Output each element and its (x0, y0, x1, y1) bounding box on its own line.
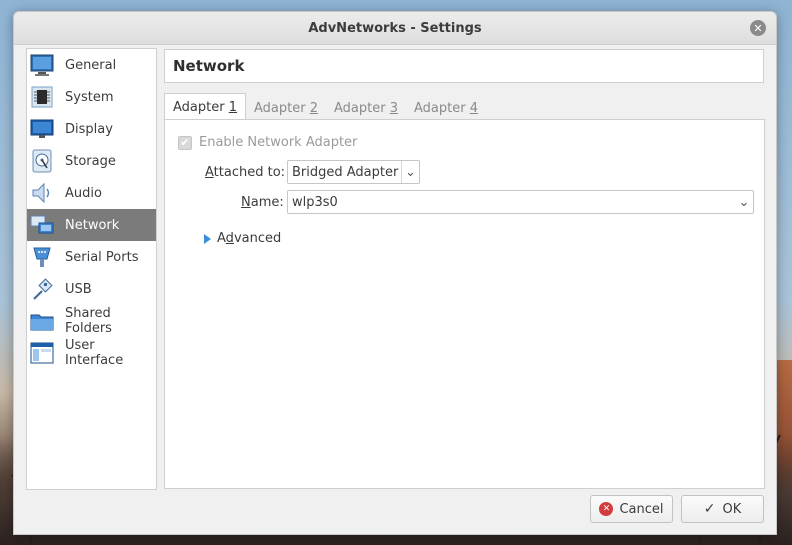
tab-mnemonic: 4 (469, 100, 478, 116)
name-select[interactable]: wlp3s0 ⌄ (287, 190, 754, 214)
tab-label: Adapter (254, 100, 306, 116)
adapter-settings-panel: ✔ Enable Network Adapter Attached to: Br… (164, 119, 765, 489)
adapter-tabs: Adapter 1 Adapter 2 Adapter 3 Adapter 4 (164, 93, 486, 120)
general-icon (30, 54, 54, 76)
expand-triangle-icon (204, 233, 211, 244)
name-mnemonic: N (241, 194, 251, 210)
sidebar-item-shared-folders[interactable]: Shared Folders (27, 305, 156, 337)
tab-label: Adapter (414, 100, 466, 116)
attached-to-label: Attached to: (205, 165, 287, 180)
tab-mnemonic: 3 (389, 100, 398, 116)
page-title: Network (173, 57, 245, 75)
advanced-label-rest: vanced (233, 231, 282, 246)
advanced-label: Advanced (217, 231, 281, 246)
enable-adapter-label: Enable Network Adapter (199, 135, 358, 150)
enable-adapter-checkbox[interactable]: ✔ (178, 135, 192, 150)
ok-label: OK (722, 501, 742, 517)
attached-to-mnemonic: A (205, 164, 214, 180)
advanced-mnemonic: d (225, 231, 234, 246)
name-row: Name: wlp3s0 ⌄ (241, 190, 754, 214)
sidebar-item-label: Serial Ports (65, 249, 139, 265)
tab-label: Adapter (173, 99, 225, 115)
settings-window: AdvNetworks - Settings ✕ General System … (13, 11, 777, 535)
sidebar-item-label: System (65, 89, 114, 105)
display-monitor-icon (30, 119, 54, 138)
tab-adapter-3[interactable]: Adapter 3 (326, 96, 406, 120)
network-icon (30, 215, 54, 234)
window-title: AdvNetworks - Settings (308, 20, 482, 36)
sidebar-item-system[interactable]: System (27, 81, 156, 113)
window-titlebar[interactable]: AdvNetworks - Settings ✕ (14, 12, 776, 45)
sidebar-item-label: Storage (65, 153, 116, 169)
sidebar-item-serial-ports[interactable]: Serial Ports (27, 241, 156, 273)
tab-label: Adapter (334, 100, 386, 116)
name-label-rest: ame: (250, 194, 284, 210)
sidebar-item-usb[interactable]: USB (27, 273, 156, 305)
sidebar-item-label: Network (65, 217, 120, 233)
sidebar-item-network[interactable]: Network (27, 209, 156, 241)
attached-to-select[interactable]: Bridged Adapter ⌄ (287, 160, 420, 184)
sidebar-item-user-interface[interactable]: User Interface (27, 337, 156, 369)
tab-mnemonic: 1 (228, 99, 237, 115)
serial-port-icon (33, 247, 51, 267)
attached-to-value: Bridged Adapter (292, 164, 399, 180)
tab-adapter-2[interactable]: Adapter 2 (246, 96, 326, 120)
cancel-button[interactable]: ✕ Cancel (590, 495, 673, 523)
usb-icon (33, 278, 53, 300)
system-chip-icon (31, 86, 53, 108)
sidebar-item-general[interactable]: General (27, 49, 156, 81)
tab-adapter-1[interactable]: Adapter 1 (164, 93, 246, 120)
advanced-label-pre: A (217, 231, 226, 246)
storage-disk-icon (32, 149, 52, 173)
sidebar-item-label: Audio (65, 185, 102, 201)
sidebar-item-label: Shared Folders (65, 306, 112, 336)
tab-adapter-4[interactable]: Adapter 4 (406, 96, 486, 120)
user-interface-icon (30, 342, 54, 364)
attached-to-row: Attached to: Bridged Adapter ⌄ (205, 160, 420, 184)
enable-adapter-row: ✔ Enable Network Adapter (178, 135, 357, 150)
sidebar-item-label: USB (65, 281, 92, 297)
cancel-label: Cancel (619, 501, 664, 517)
shared-folder-icon (30, 314, 54, 331)
cancel-icon: ✕ (599, 502, 614, 516)
sidebar-item-display[interactable]: Display (27, 113, 156, 145)
sidebar-item-label: General (65, 57, 117, 73)
checkmark-icon: ✓ (703, 501, 716, 517)
name-label: Name: (241, 195, 287, 210)
attached-to-label-rest: ttached to: (213, 164, 286, 180)
settings-sidebar: General System Display Storage Audio Net… (26, 48, 157, 490)
name-value: wlp3s0 (292, 194, 338, 210)
tab-mnemonic: 2 (309, 100, 318, 116)
page-header: Network (164, 49, 764, 83)
advanced-toggle[interactable]: Advanced (204, 231, 281, 246)
sidebar-item-audio[interactable]: Audio (27, 177, 156, 209)
ok-button[interactable]: ✓ OK (681, 495, 764, 523)
sidebar-item-label: Display (65, 121, 113, 137)
audio-speaker-icon (32, 182, 50, 204)
chevron-down-icon: ⌄ (738, 194, 750, 210)
chevron-down-icon: ⌄ (401, 161, 419, 183)
close-window-icon[interactable]: ✕ (750, 20, 766, 36)
sidebar-item-label: User Interface (65, 338, 124, 368)
sidebar-item-storage[interactable]: Storage (27, 145, 156, 177)
